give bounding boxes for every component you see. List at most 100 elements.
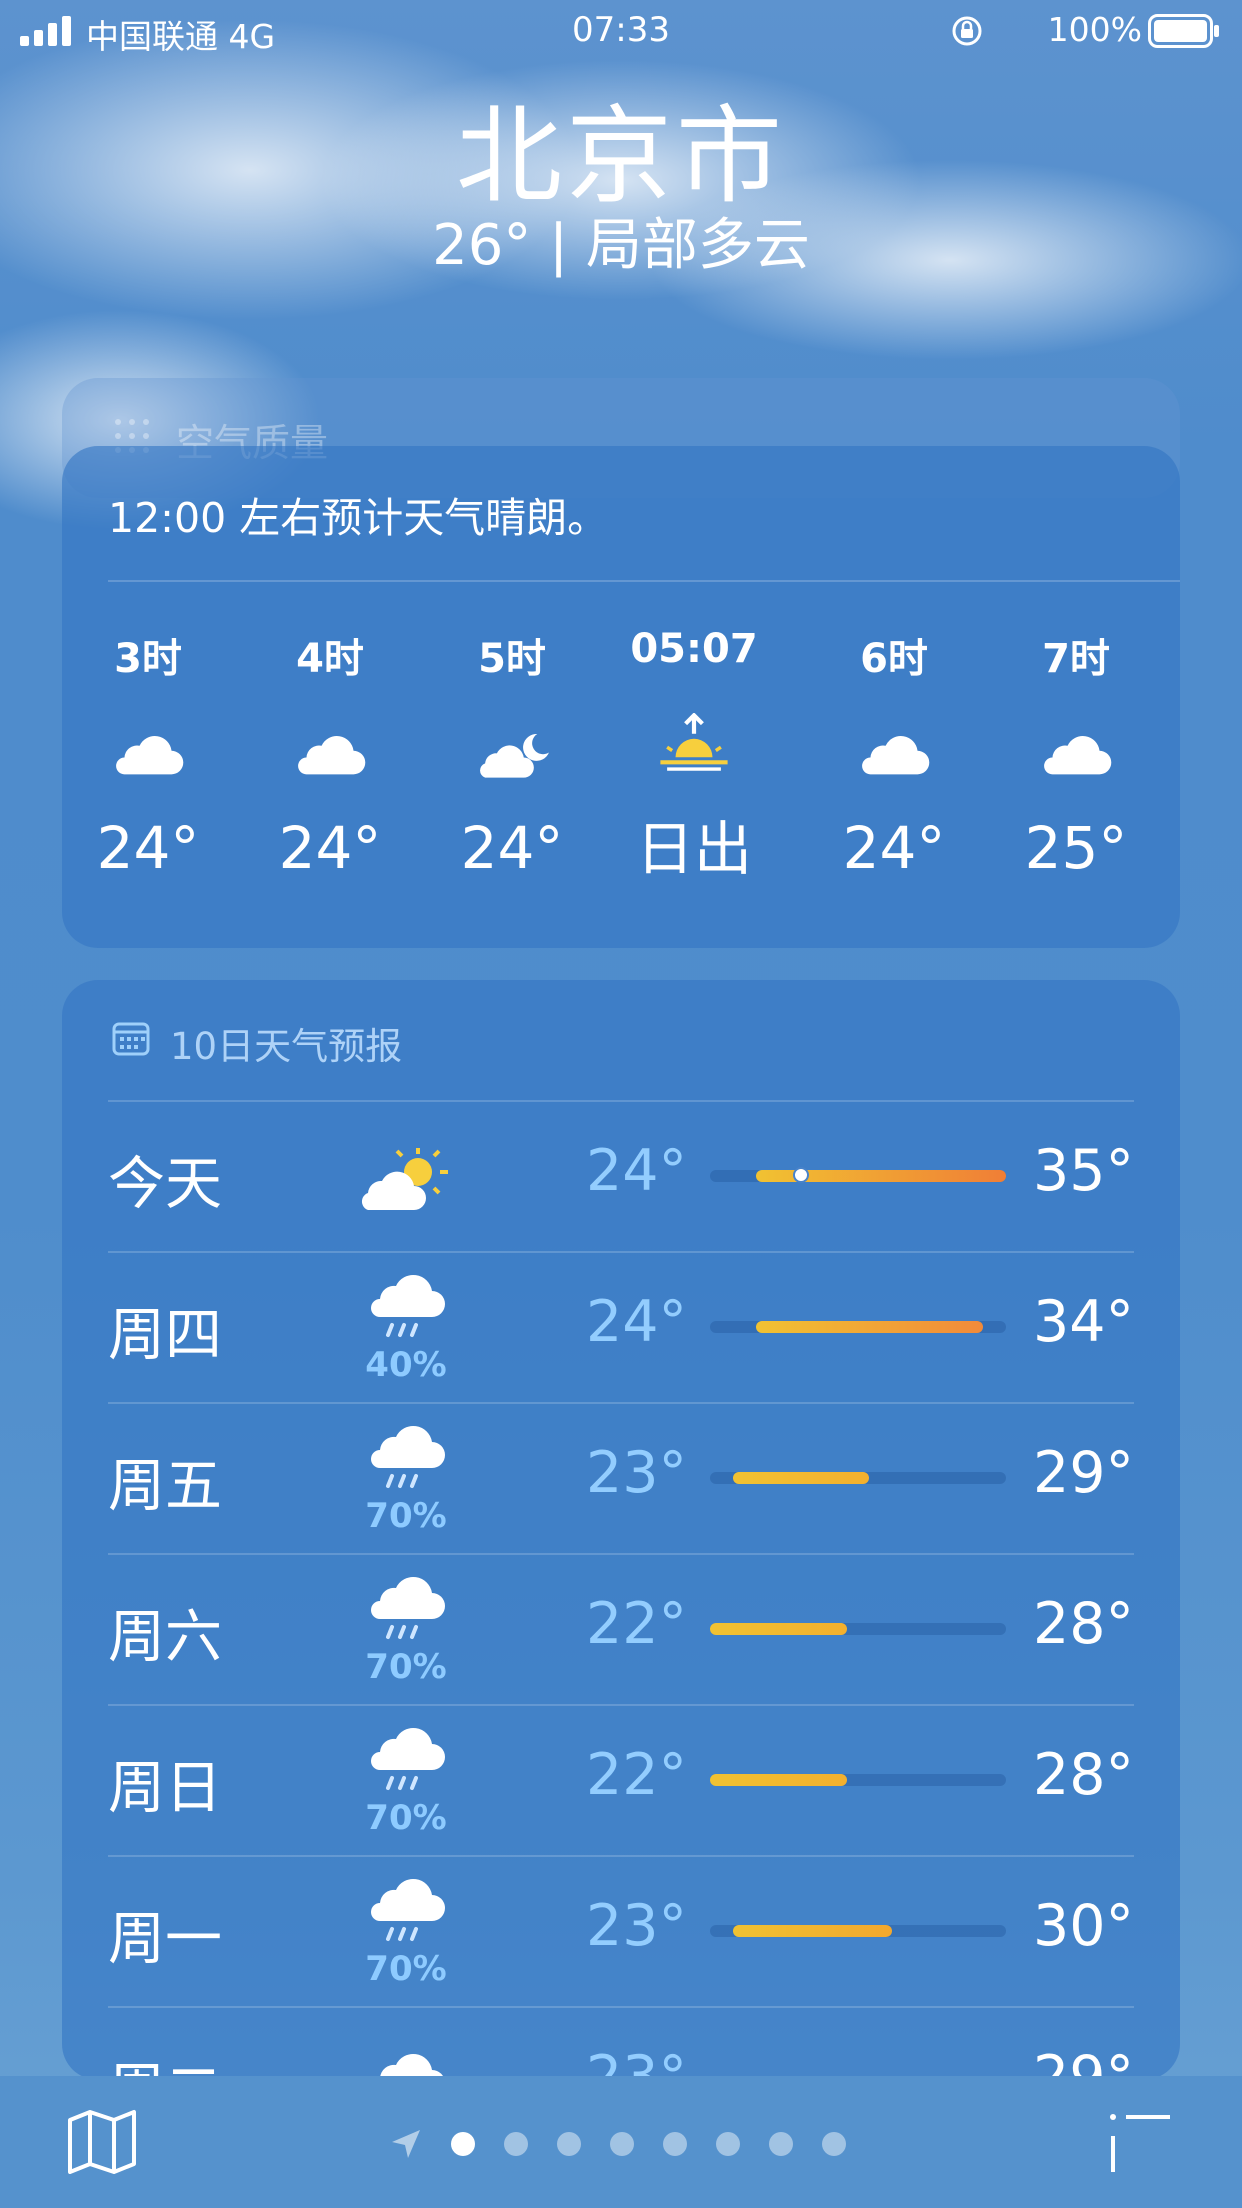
divider: [108, 1402, 1134, 1404]
rotation-lock-icon: [952, 16, 982, 46]
high-temp: 30°: [1032, 1893, 1134, 1959]
rain-cloud-icon: [371, 1576, 445, 1639]
hour-label: 3时: [114, 636, 182, 682]
day-label: 周一: [108, 1906, 222, 1972]
cloud-icon: [298, 736, 366, 775]
temp-range-bar: [710, 1321, 1006, 1333]
precip-probability: 40%: [365, 1345, 447, 1385]
hour-label: 05:07: [630, 626, 758, 672]
hour-item: 6时 24°: [814, 626, 974, 882]
temp-range-fill: [732, 1472, 870, 1484]
rain-cloud-icon: [371, 1727, 445, 1790]
forecast-row: 周一 70% 23° 30°: [108, 1855, 1134, 2006]
divider: [108, 1553, 1134, 1555]
page-dot[interactable]: [769, 2132, 793, 2156]
forecast-row: 周四 40% 24° 34°: [108, 1251, 1134, 1402]
hour-label: 6时: [860, 636, 928, 682]
high-temp: 29°: [1032, 1440, 1134, 1506]
temp-range-fill: [732, 1925, 893, 1937]
city-list-icon[interactable]: [1106, 2112, 1172, 2172]
hour-temp: 24°: [460, 814, 564, 882]
page-dot[interactable]: [663, 2132, 687, 2156]
temp-range-bar: [710, 1774, 1006, 1786]
location-arrow-icon[interactable]: [390, 2128, 422, 2160]
battery-icon: [1148, 14, 1219, 48]
precip-probability: 70%: [365, 1949, 447, 1989]
page-dot[interactable]: [451, 2132, 475, 2156]
divider: [108, 2006, 1134, 2008]
hourly-summary: 12:00 左右预计天气晴朗。: [108, 494, 609, 542]
current-conditions: 26° | 局部多云: [432, 213, 810, 278]
precip-probability: 70%: [365, 1647, 447, 1687]
high-temp: 28°: [1032, 1591, 1134, 1657]
high-temp: 34°: [1032, 1289, 1134, 1355]
sunrise-icon: [660, 713, 728, 771]
temp-range-bar: [710, 1925, 1006, 1937]
temp-range-bar: [710, 1472, 1006, 1484]
temp-range-bar: [710, 1623, 1006, 1635]
precip-probability: 70%: [365, 1798, 447, 1838]
low-temp: 22°: [586, 1591, 688, 1657]
temp-range-fill: [710, 1623, 847, 1635]
hour-label: 7时: [1042, 636, 1110, 682]
day-label: 周日: [108, 1755, 222, 1821]
precip-probability: 70%: [365, 1496, 447, 1536]
temp-range-fill: [755, 1321, 984, 1333]
current-temp-marker: [793, 1167, 810, 1183]
day-label: 周四: [108, 1302, 222, 1368]
divider: [108, 1704, 1134, 1706]
hour-item: 3时 24°: [68, 626, 228, 882]
status-bar: 中国联通 4G 07:33 100%: [0, 0, 1242, 62]
cloud-icon: [862, 736, 930, 775]
hour-label: 4时: [296, 636, 364, 682]
map-icon[interactable]: [66, 2108, 138, 2174]
low-temp: 24°: [586, 1138, 688, 1204]
low-temp: 24°: [586, 1289, 688, 1355]
low-temp: 22°: [586, 1742, 688, 1808]
divider: [108, 1251, 1134, 1253]
divider: [108, 1855, 1134, 1857]
hour-temp: 24°: [842, 814, 946, 882]
low-temp: 23°: [586, 1440, 688, 1506]
page-dot[interactable]: [557, 2132, 581, 2156]
forecast-row: 周六 70% 22° 28°: [108, 1553, 1134, 1704]
cloud-icon: [116, 736, 184, 775]
battery-percent: 100%: [1047, 10, 1142, 49]
hourly-forecast-card[interactable]: 12:00 左右预计天气晴朗。 3时 24° 4时 24° 5时 24° 05:07 日出 6时…: [62, 446, 1180, 948]
low-temp: 23°: [586, 1893, 688, 1959]
temp-range-bar: [710, 1167, 1006, 1183]
cloud-moon-icon: [480, 733, 549, 778]
page-dot[interactable]: [610, 2132, 634, 2156]
bottom-toolbar: [0, 2076, 1242, 2208]
page-dot[interactable]: [822, 2132, 846, 2156]
hour-item: 7时 25°: [996, 626, 1156, 882]
page-dot[interactable]: [716, 2132, 740, 2156]
hour-temp: 24°: [96, 814, 200, 882]
calendar-icon: [112, 1022, 150, 1056]
day-label: 周六: [108, 1604, 222, 1670]
hour-temp: 25°: [1024, 814, 1128, 882]
hour-temp: 24°: [278, 814, 382, 882]
hour-label: 5时: [478, 636, 546, 682]
divider: [108, 580, 1180, 582]
rain-cloud-icon: [371, 1425, 445, 1488]
high-temp: 28°: [1032, 1742, 1134, 1808]
forecast-row: 周五 70% 23° 29°: [108, 1402, 1134, 1553]
partly-sunny-icon: [361, 1148, 448, 1210]
high-temp: 35°: [1032, 1138, 1134, 1204]
rain-cloud-icon: [371, 1878, 445, 1941]
divider: [108, 1100, 1134, 1102]
ten-day-title: 10日天气预报: [170, 1025, 403, 1068]
cloud-icon: [1044, 736, 1112, 775]
hour-item: 4时 24°: [250, 626, 410, 882]
day-label: 周五: [108, 1453, 222, 1519]
day-label: 今天: [108, 1151, 222, 1217]
hour-item: 5时 24°: [432, 626, 592, 882]
hour-temp: 日出: [635, 815, 752, 883]
page-dot[interactable]: [504, 2132, 528, 2156]
hour-item: 05:07 日出: [614, 626, 774, 886]
forecast-row: 周日 70% 22° 28°: [108, 1704, 1134, 1855]
forecast-row: 今天 24° 35°: [108, 1100, 1134, 1251]
page-indicator[interactable]: [390, 2128, 846, 2160]
rain-cloud-icon: [371, 1274, 445, 1337]
